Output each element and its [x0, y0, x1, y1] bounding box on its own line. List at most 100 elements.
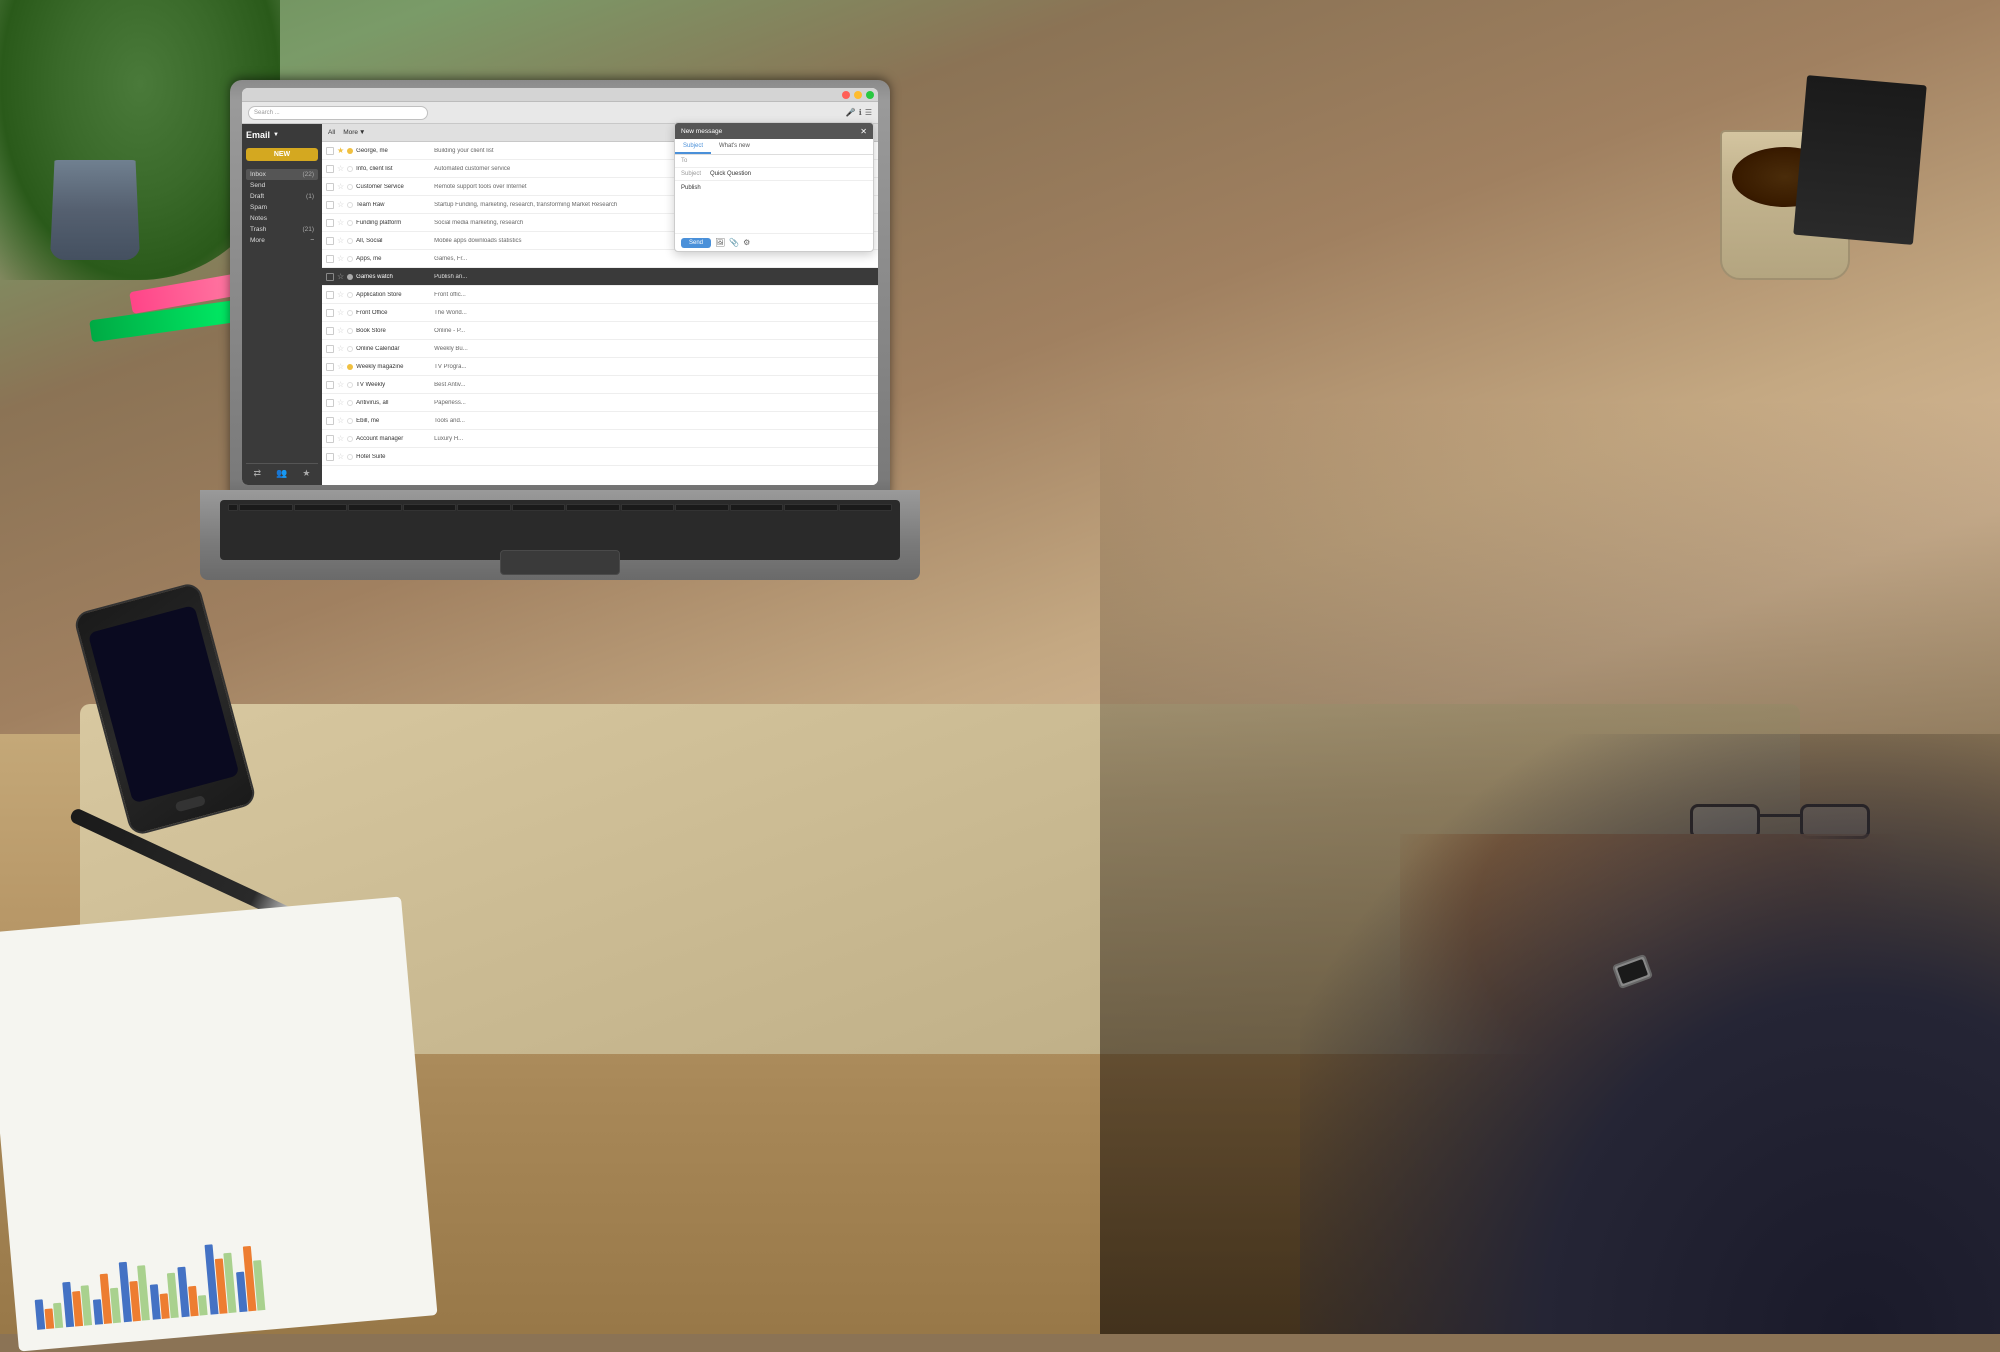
contacts-icon[interactable]: ⇄: [254, 468, 262, 479]
email-row[interactable]: ☆ Antivirus, all Paperless...: [322, 394, 878, 412]
key-f1[interactable]: [239, 504, 293, 511]
to-label: To: [681, 158, 706, 164]
star-icon[interactable]: ☆: [337, 182, 344, 191]
email-checkbox[interactable]: [326, 255, 334, 263]
star-icon[interactable]: ★: [337, 146, 344, 155]
email-checkbox[interactable]: [326, 219, 334, 227]
send-button[interactable]: Send: [681, 238, 711, 248]
star-icon[interactable]: ☆: [337, 434, 344, 443]
key-f6[interactable]: [512, 504, 566, 511]
laptop-trackpad[interactable]: [500, 550, 620, 575]
microphone-icon[interactable]: 🎤: [846, 108, 856, 117]
email-row-selected[interactable]: ☆ Games watch Publish an...: [322, 268, 878, 286]
email-checkbox[interactable]: [326, 345, 334, 353]
star-icon[interactable]: ☆: [337, 380, 344, 389]
star-icon[interactable]: ☆: [337, 452, 344, 461]
key-f11[interactable]: [784, 504, 838, 511]
email-row[interactable]: ☆ Ebill, me Tools and...: [322, 412, 878, 430]
search-bar[interactable]: Search ...: [248, 106, 428, 120]
minimize-button[interactable]: [854, 91, 862, 99]
email-sender: All, Social: [356, 238, 431, 244]
star-icon[interactable]: ☆: [337, 218, 344, 227]
popup-body[interactable]: Publish: [675, 181, 873, 233]
sidebar-item-inbox[interactable]: Inbox (22): [246, 169, 318, 180]
key-f2[interactable]: [294, 504, 348, 511]
laptop-screen-outer: Search ... 🎤 ℹ ☰ Email: [230, 80, 890, 500]
email-checkbox[interactable]: [326, 273, 334, 281]
email-row[interactable]: ☆ Book Store Online - P...: [322, 322, 878, 340]
new-email-button[interactable]: NEW: [246, 148, 318, 161]
star-icon[interactable]: ☆: [337, 236, 344, 245]
star-icon[interactable]: ☆: [337, 308, 344, 317]
key-f4[interactable]: [403, 504, 457, 511]
sidebar-item-draft[interactable]: Draft (1): [246, 191, 318, 202]
email-row[interactable]: ☆ Online Calendar Weekly Bu...: [322, 340, 878, 358]
email-checkbox[interactable]: [326, 363, 334, 371]
star-icon[interactable]: ☆: [337, 416, 344, 425]
menu-icon[interactable]: ☰: [865, 108, 872, 117]
star-icon[interactable]: ☆: [337, 398, 344, 407]
key-f7[interactable]: [566, 504, 620, 511]
email-checkbox[interactable]: [326, 399, 334, 407]
email-checkbox[interactable]: [326, 417, 334, 425]
email-row[interactable]: ☆ Apps, me Games, Fr...: [322, 250, 878, 268]
email-row[interactable]: ☆ Account manager Luxury H...: [322, 430, 878, 448]
star-icon[interactable]: ★: [302, 468, 310, 479]
email-checkbox[interactable]: [326, 183, 334, 191]
key-f5[interactable]: [457, 504, 511, 511]
close-button[interactable]: [842, 91, 850, 99]
email-checkbox[interactable]: [326, 165, 334, 173]
key-f3[interactable]: [348, 504, 402, 511]
email-checkbox[interactable]: [326, 381, 334, 389]
settings-icon[interactable]: ⚙: [743, 238, 750, 247]
image-icon[interactable]: 🖼: [715, 238, 725, 247]
sidebar-item-notes[interactable]: Notes: [246, 213, 318, 224]
popup-close-button[interactable]: ✕: [860, 127, 867, 136]
email-checkbox[interactable]: [326, 453, 334, 461]
email-row[interactable]: ☆ Application Store Front offic...: [322, 286, 878, 304]
key-f8[interactable]: [621, 504, 675, 511]
key-f9[interactable]: [675, 504, 729, 511]
star-icon[interactable]: ☆: [337, 272, 344, 281]
filter-all-button[interactable]: All: [328, 129, 335, 136]
attachment-icon[interactable]: 📎: [729, 238, 739, 247]
star-icon[interactable]: ☆: [337, 344, 344, 353]
email-checkbox[interactable]: [326, 327, 334, 335]
email-checkbox[interactable]: [326, 291, 334, 299]
email-checkbox[interactable]: [326, 201, 334, 209]
people-icon[interactable]: 👥: [276, 468, 287, 479]
key-f12[interactable]: [839, 504, 893, 511]
laptop: Search ... 🎤 ℹ ☰ Email: [200, 80, 920, 580]
popup-header: New message ✕: [675, 123, 873, 139]
star-icon[interactable]: ☆: [337, 164, 344, 173]
star-icon[interactable]: ☆: [337, 362, 344, 371]
email-checkbox[interactable]: [326, 309, 334, 317]
email-sender: TV Weekly: [356, 382, 431, 388]
key-f10[interactable]: [730, 504, 784, 511]
sidebar-item-spam[interactable]: Spam: [246, 202, 318, 213]
filter-more-button[interactable]: More ▼: [343, 129, 365, 136]
star-icon[interactable]: ☆: [337, 326, 344, 335]
sidebar-item-more[interactable]: More –: [246, 235, 318, 246]
star-icon[interactable]: ☆: [337, 290, 344, 299]
sidebar-item-trash[interactable]: Trash (21): [246, 224, 318, 235]
popup-tabs: Subject What's new: [675, 139, 873, 155]
email-row[interactable]: ☆ TV Weekly Best Antiv...: [322, 376, 878, 394]
maximize-button[interactable]: [866, 91, 874, 99]
subject-value[interactable]: Quick Question: [710, 171, 867, 177]
popup-tab-subject[interactable]: Subject: [675, 139, 711, 154]
email-checkbox[interactable]: [326, 237, 334, 245]
sidebar-item-send[interactable]: Send: [246, 180, 318, 191]
info-icon[interactable]: ℹ: [859, 108, 862, 117]
star-icon[interactable]: ☆: [337, 200, 344, 209]
email-checkbox[interactable]: [326, 147, 334, 155]
email-checkbox[interactable]: [326, 435, 334, 443]
key-esc[interactable]: [228, 504, 238, 511]
chart-bar: [150, 1284, 161, 1320]
email-row[interactable]: ☆ Hotel Suite: [322, 448, 878, 466]
unread-dot: [347, 166, 353, 172]
popup-tab-whatsnew[interactable]: What's new: [711, 139, 758, 154]
star-icon[interactable]: ☆: [337, 254, 344, 263]
email-row[interactable]: ☆ Front Office The World...: [322, 304, 878, 322]
email-row[interactable]: ☆ Weekly magazine TV Progra...: [322, 358, 878, 376]
